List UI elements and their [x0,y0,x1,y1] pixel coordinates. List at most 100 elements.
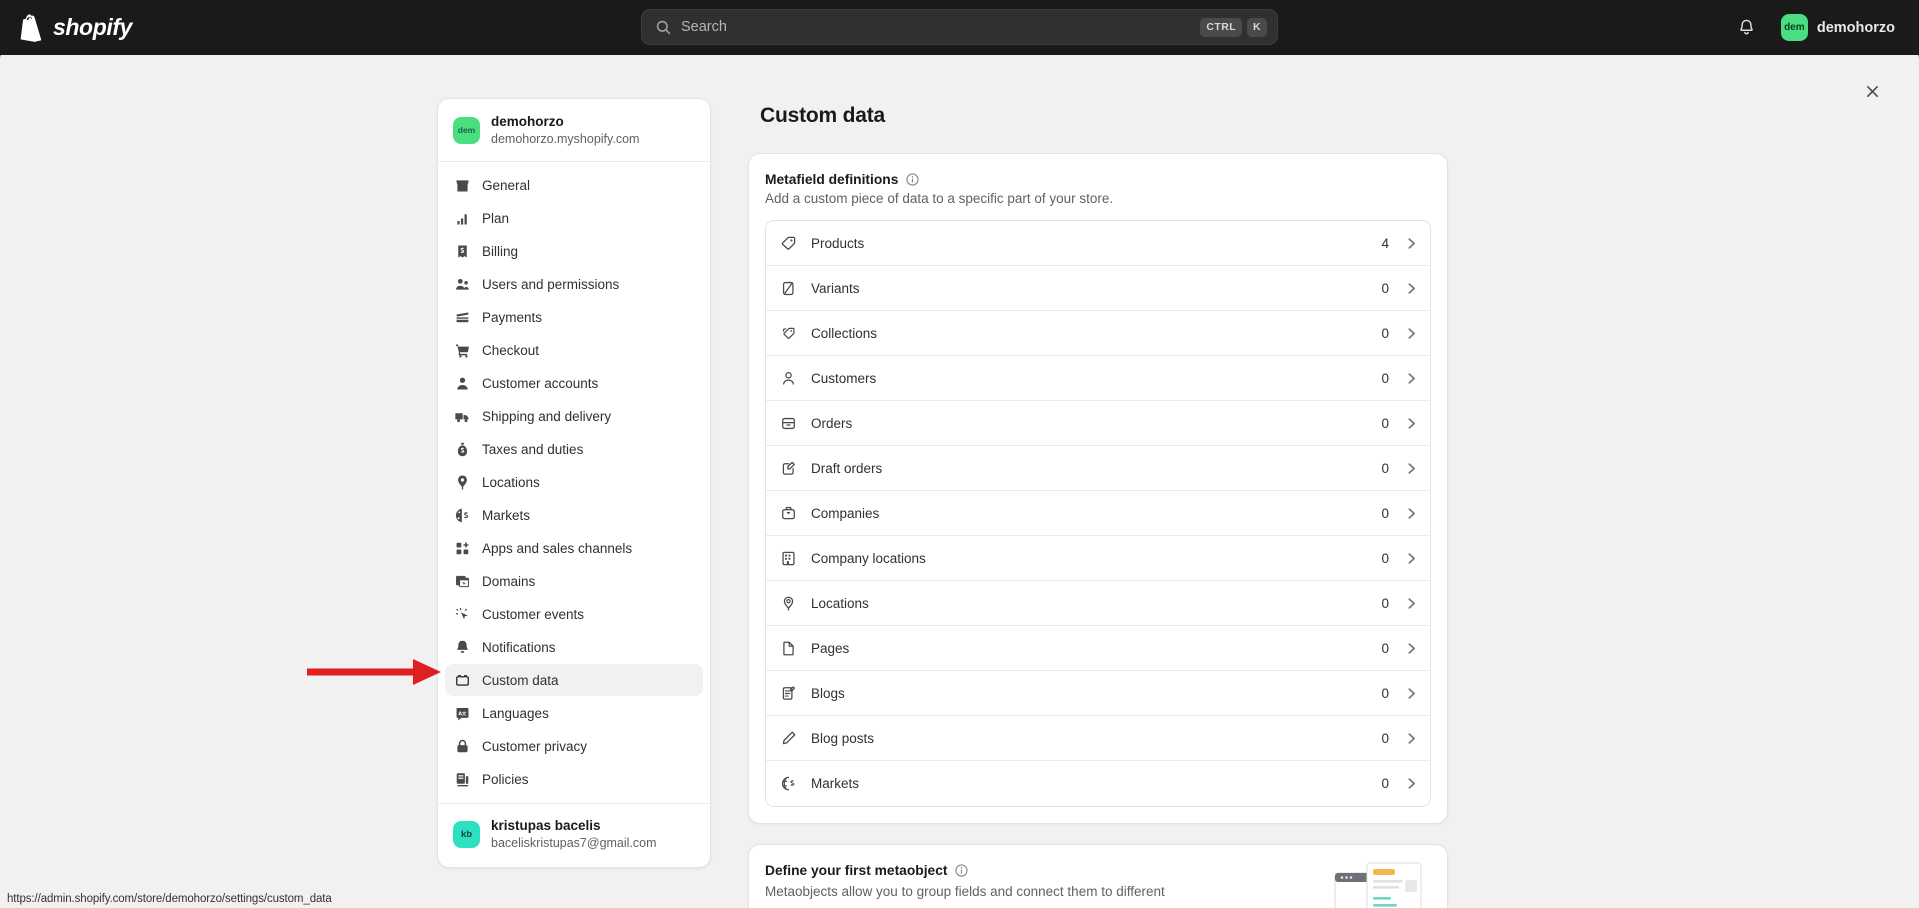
sidebar-item-customer-accounts[interactable]: Customer accounts [445,367,703,399]
sidebar-item-languages[interactable]: A文 Languages [445,697,703,729]
list-item-count: 0 [1381,641,1389,656]
storefront-icon [454,177,471,194]
topbar-right-controls: dem demohorzo [1731,0,1903,55]
sidebar-item-label: Customer privacy [482,739,587,754]
list-item[interactable]: Pages 0 [766,626,1430,671]
product-tag-icon [780,235,797,252]
bar-chart-icon [454,210,471,227]
sidebar-item-notifications[interactable]: Notifications [445,631,703,663]
sidebar-item-label: Plan [482,211,509,226]
list-item[interactable]: Locations 0 [766,581,1430,626]
policy-document-icon [454,771,471,788]
shopify-brand[interactable]: shopify [18,14,132,42]
bell-icon [454,639,471,656]
sidebar-item-custom-data[interactable]: Custom data [445,664,703,696]
list-item-label: Blog posts [811,731,1381,746]
sidebar-item-label: Markets [482,508,530,523]
list-item-label: Blogs [811,686,1381,701]
sidebar-item-checkout[interactable]: Checkout [445,334,703,366]
sidebar-item-label: Apps and sales channels [482,541,632,556]
location-pin-icon [454,474,471,491]
sidebar-item-policies[interactable]: Policies [445,763,703,795]
close-button[interactable] [1855,74,1889,108]
list-item-label: Draft orders [811,461,1381,476]
red-arrow-annotation [305,655,445,689]
sidebar-item-label: Customer accounts [482,376,598,391]
list-item[interactable]: Companies 0 [766,491,1430,536]
global-search-bar[interactable]: Search CTRL K [641,9,1278,45]
metafield-card-title: Metafield definitions [765,172,898,187]
list-item-count: 0 [1381,551,1389,566]
sidebar-item-label: Payments [482,310,542,325]
blog-edit-icon [780,685,797,702]
list-item[interactable]: Blogs 0 [766,671,1430,716]
list-item[interactable]: Draft orders 0 [766,446,1430,491]
sidebar-item-plan[interactable]: Plan [445,202,703,234]
list-item-count: 4 [1381,236,1389,251]
sidebar-item-locations[interactable]: Locations [445,466,703,498]
search-input[interactable]: Search [681,19,1200,35]
apps-grid-plus-icon [454,540,471,557]
sidebar-item-label: Billing [482,244,518,259]
sidebar-item-billing[interactable]: Billing [445,235,703,267]
sidebar-item-label: Shipping and delivery [482,409,611,424]
people-icon [454,276,471,293]
user-name-label: demohorzo [1817,20,1895,36]
list-item[interactable]: Variants 0 [766,266,1430,311]
metafield-definitions-card: Metafield definitions Add a custom piece… [748,153,1448,824]
account-name-label: kristupas bacelis [491,817,657,835]
store-avatar: dem [453,117,480,144]
list-item-count: 0 [1381,596,1389,611]
money-bag-icon [454,441,471,458]
list-item[interactable]: Company locations 0 [766,536,1430,581]
sidebar-item-label: Users and permissions [482,277,619,292]
metaobject-card-title: Define your first metaobject [765,863,947,878]
list-item-count: 0 [1381,371,1389,386]
lock-icon [454,738,471,755]
store-header[interactable]: dem demohorzo demohorzo.myshopify.com [438,99,710,162]
sidebar-item-shipping-and-delivery[interactable]: Shipping and delivery [445,400,703,432]
list-item-label: Orders [811,416,1381,431]
sidebar-item-payments[interactable]: Payments [445,301,703,333]
translate-icon: A文 [454,705,471,722]
chevron-right-icon [1405,687,1418,700]
notifications-button[interactable] [1731,12,1763,44]
sidebar-item-users-and-permissions[interactable]: Users and permissions [445,268,703,300]
info-circle-icon[interactable] [905,172,920,187]
sidebar-item-taxes-and-duties[interactable]: Taxes and duties [445,433,703,465]
sidebar-item-apps-and-sales-channels[interactable]: Apps and sales channels [445,532,703,564]
building-icon [780,550,797,567]
list-item-count: 0 [1381,326,1389,341]
list-item-label: Products [811,236,1381,251]
list-item[interactable]: Products 4 [766,221,1430,266]
list-item[interactable]: Customers 0 [766,356,1430,401]
list-item[interactable]: Collections 0 [766,311,1430,356]
list-item-label: Locations [811,596,1381,611]
chevron-right-icon [1405,237,1418,250]
user-menu-button[interactable]: dem demohorzo [1777,10,1903,45]
chevron-right-icon [1405,462,1418,475]
sidebar-item-domains[interactable]: Domains [445,565,703,597]
list-item[interactable]: Markets 0 [766,761,1430,806]
sidebar-item-customer-privacy[interactable]: Customer privacy [445,730,703,762]
chevron-right-icon [1405,372,1418,385]
list-item[interactable]: Orders 0 [766,401,1430,446]
list-item-label: Markets [811,776,1381,791]
pencil-icon [780,730,797,747]
delivery-truck-icon [454,408,471,425]
chevron-right-icon [1405,777,1418,790]
draft-order-icon [780,460,797,477]
account-footer[interactable]: kb kristupas bacelis baceliskristupas7@g… [438,803,710,866]
sidebar-item-general[interactable]: General [445,169,703,201]
info-circle-icon[interactable] [954,863,969,878]
list-item[interactable]: Blog posts 0 [766,716,1430,761]
avatar: dem [1781,14,1808,41]
list-item-label: Pages [811,641,1381,656]
sidebar-item-label: Custom data [482,673,559,688]
sidebar-item-markets[interactable]: Markets [445,499,703,531]
list-item-count: 0 [1381,776,1389,791]
list-item-count: 0 [1381,506,1389,521]
sidebar-item-label: Domains [482,574,535,589]
sidebar-item-customer-events[interactable]: Customer events [445,598,703,630]
metaobject-card-subtitle: Metaobjects allow you to group fields an… [765,882,1195,902]
